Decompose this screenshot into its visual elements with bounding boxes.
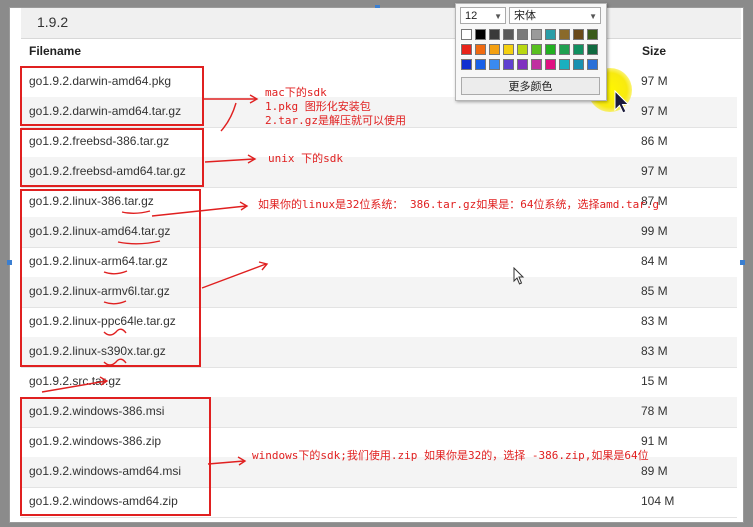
color-swatch[interactable]	[545, 29, 556, 40]
unix-arrow	[204, 158, 255, 163]
chevron-down-icon: ▼	[589, 12, 597, 21]
font-size-value: 12	[465, 10, 478, 22]
mac-pen-stroke	[220, 102, 237, 132]
color-swatch[interactable]	[531, 44, 542, 55]
color-swatch[interactable]	[545, 44, 556, 55]
mac-note-title: mac下的sdk	[265, 86, 327, 99]
color-swatch[interactable]	[461, 29, 472, 40]
underline-arm64	[103, 270, 128, 275]
color-swatch[interactable]	[503, 44, 514, 55]
text-cursor-pointer-icon	[513, 267, 525, 285]
color-swatch[interactable]	[587, 44, 598, 55]
color-swatch[interactable]	[559, 44, 570, 55]
color-swatch[interactable]	[460, 43, 473, 56]
chevron-down-icon: ▼	[494, 12, 502, 21]
color-swatch[interactable]	[475, 29, 486, 40]
color-swatch[interactable]	[545, 59, 556, 70]
windows-arrow	[207, 460, 245, 465]
more-colors-button[interactable]: 更多颜色	[461, 77, 600, 95]
underline-armv6l	[103, 300, 127, 305]
mac-note-line1: 1.pkg 图形化安装包	[265, 100, 371, 113]
color-swatch[interactable]	[587, 59, 598, 70]
color-swatch[interactable]	[475, 59, 486, 70]
font-family-select[interactable]: 宋体 ▼	[509, 7, 601, 24]
color-swatch[interactable]	[531, 29, 542, 40]
annotation-strokes	[41, 94, 269, 466]
color-swatch[interactable]	[573, 59, 584, 70]
color-swatch[interactable]	[559, 29, 570, 40]
src-arrow	[41, 380, 107, 393]
color-swatch[interactable]	[475, 44, 486, 55]
unix-note: unix 下的sdk	[268, 152, 343, 165]
color-swatch[interactable]	[489, 44, 500, 55]
color-swatch[interactable]	[573, 44, 584, 55]
font-family-value: 宋体	[514, 10, 536, 22]
linux-arrow	[151, 205, 247, 217]
color-swatch[interactable]	[503, 29, 514, 40]
underline-ppc64le	[103, 328, 127, 336]
color-swatch[interactable]	[503, 59, 514, 70]
color-palette-popup: 12 ▼ 宋体 ▼ 更多颜色	[455, 3, 607, 101]
mouse-pointer-icon	[614, 90, 630, 114]
color-swatch[interactable]	[531, 59, 542, 70]
linux-note: 如果你的linux是32位系统： 386.tar.gz如果是：64位系统，选择a…	[258, 198, 660, 211]
color-swatch[interactable]	[489, 59, 500, 70]
color-swatch[interactable]	[517, 44, 528, 55]
color-swatch[interactable]	[517, 59, 528, 70]
color-swatch[interactable]	[517, 29, 528, 40]
underline-s390x	[103, 358, 127, 366]
color-swatch[interactable]	[489, 29, 500, 40]
windows-note: windows下的sdk;我们使用.zip 如果你是32的，选择 -386.zi…	[252, 449, 649, 462]
font-size-select[interactable]: 12 ▼	[460, 7, 506, 24]
linux-arrow-2	[201, 263, 267, 289]
mac-note-line2: 2.tar.gz是解压就可以使用	[265, 114, 406, 127]
underline-386	[121, 210, 151, 214]
color-swatch[interactable]	[559, 59, 570, 70]
color-swatch[interactable]	[573, 29, 584, 40]
color-swatch[interactable]	[587, 29, 598, 40]
color-swatch[interactable]	[461, 59, 472, 70]
underline-amd64	[117, 240, 161, 245]
